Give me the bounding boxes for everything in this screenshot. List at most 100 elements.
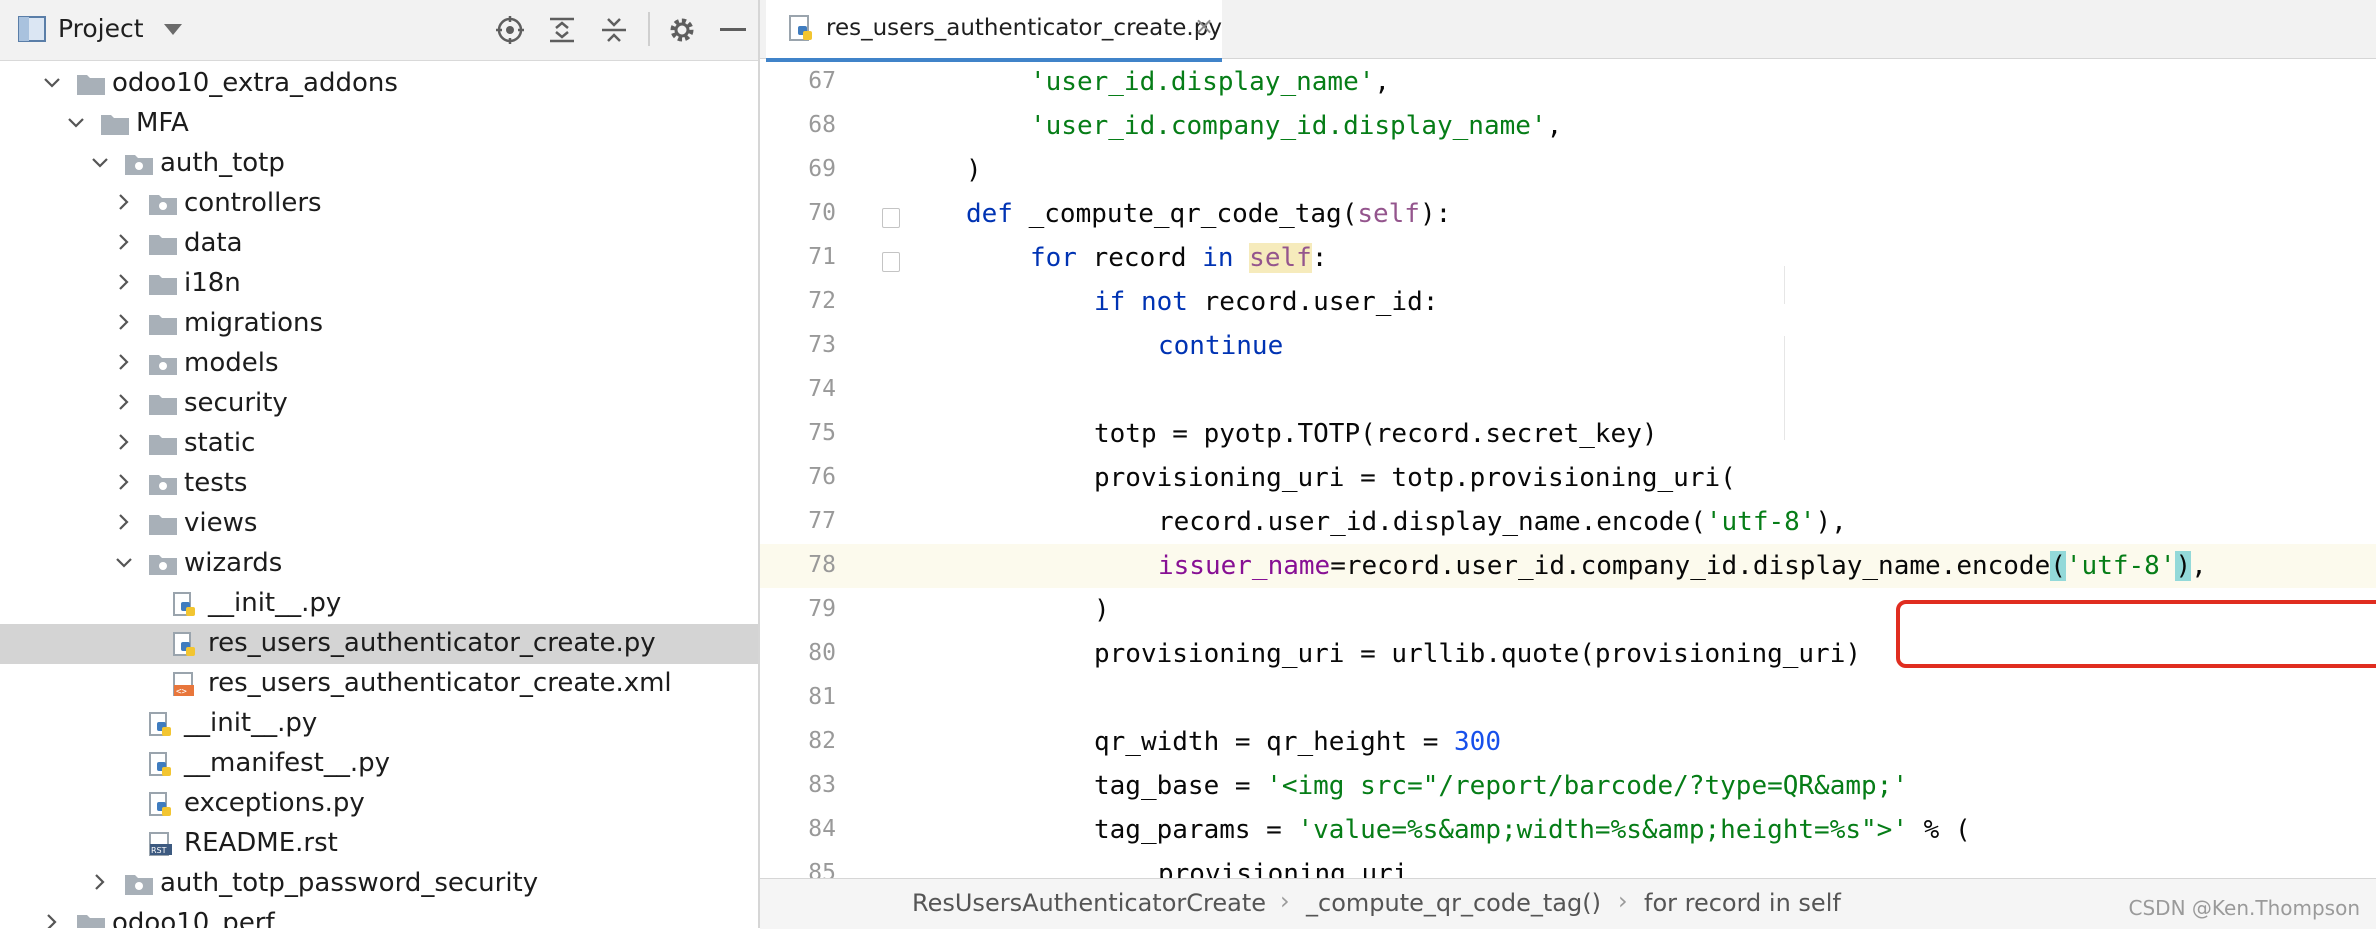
code-line[interactable]: 70 def _compute_qr_code_tag(self): — [760, 192, 2376, 236]
chevron-right-icon[interactable] — [114, 508, 134, 538]
line-number: 71 — [808, 244, 836, 270]
code-text: totp = pyotp.TOTP(record.secret_key) — [1094, 419, 1658, 449]
code-line[interactable]: 75 totp = pyotp.TOTP(record.secret_key) — [760, 412, 2376, 456]
code-text: provisioning_uri = totp.provisioning_uri… — [1094, 463, 1736, 493]
close-icon[interactable]: × — [1194, 12, 1214, 40]
collapse-all-icon[interactable] — [600, 16, 628, 44]
tree-item[interactable]: MFA — [0, 104, 758, 144]
python-file-icon — [172, 592, 202, 616]
chevron-down-icon[interactable] — [66, 108, 86, 138]
python-file-icon — [172, 632, 202, 656]
chevron-down-icon[interactable] — [90, 148, 110, 178]
project-panel-header: Project — [0, 0, 758, 61]
chevron-right-icon[interactable] — [114, 228, 134, 258]
chevron-right-icon[interactable] — [114, 268, 134, 298]
tree-item[interactable]: __init__.py — [0, 704, 758, 744]
gear-icon[interactable] — [668, 16, 696, 44]
code-line[interactable]: 72 if not record.user_id: — [760, 280, 2376, 324]
chevron-down-icon[interactable] — [114, 548, 134, 578]
line-number: 82 — [808, 728, 836, 754]
code-line[interactable]: 84 tag_params = 'value=%s&amp;width=%s&am… — [760, 808, 2376, 852]
editor-pane: res_users_authenticator_create.py × 67 'u… — [760, 0, 2376, 929]
code-line[interactable]: 76 provisioning_uri = totp.provisioning_u… — [760, 456, 2376, 500]
chevron-right-icon[interactable] — [114, 468, 134, 498]
fold-marker-icon[interactable] — [882, 208, 900, 228]
code-line[interactable]: 74 — [760, 368, 2376, 412]
code-line[interactable]: 73 continue — [760, 324, 2376, 368]
tree-item-label: controllers — [184, 188, 322, 218]
locate-icon[interactable] — [496, 16, 524, 44]
chevron-right-icon[interactable] — [90, 868, 110, 898]
chevron-right-icon[interactable] — [114, 188, 134, 218]
chevron-right-icon[interactable] — [114, 348, 134, 378]
tree-item[interactable]: static — [0, 424, 758, 464]
package-folder-icon — [148, 552, 178, 576]
code-text: qr_width = qr_height = 300 — [1094, 727, 1501, 757]
code-line[interactable]: 81 — [760, 676, 2376, 720]
fold-marker-icon[interactable] — [882, 252, 900, 272]
code-text: if not record.user_id: — [1094, 287, 1439, 317]
code-line[interactable]: 69) — [760, 148, 2376, 192]
chevron-down-icon[interactable] — [42, 68, 62, 98]
code-text: tag_params = 'value=%s&amp;width=%s&amp;… — [1094, 815, 1971, 845]
tree-item[interactable]: models — [0, 344, 758, 384]
chevron-down-icon[interactable] — [164, 24, 182, 36]
chevron-right-icon[interactable] — [114, 308, 134, 338]
breadcrumb-loop[interactable]: for record in self — [1644, 889, 1841, 917]
folder-icon — [100, 112, 130, 136]
code-line[interactable]: 85 provisioning_uri, — [760, 852, 2376, 878]
code-text: tag_base = '<img src="/report/barcode/?t… — [1094, 771, 1908, 801]
tree-item[interactable]: auth_totp_password_security — [0, 864, 758, 904]
line-number: 84 — [808, 816, 836, 842]
tree-item[interactable]: views — [0, 504, 758, 544]
toolbar-divider — [648, 12, 650, 46]
tree-item[interactable]: auth_totp — [0, 144, 758, 184]
code-line[interactable]: 77 record.user_id.display_name.encode('ut… — [760, 500, 2376, 544]
tree-item[interactable]: __init__.py — [0, 584, 758, 624]
tree-item[interactable]: <> res_users_authenticator_create.xml — [0, 664, 758, 704]
tree-item[interactable]: RST README.rst — [0, 824, 758, 864]
code-line[interactable]: 68 'user_id.company_id.display_name', — [760, 104, 2376, 148]
line-number: 83 — [808, 772, 836, 798]
tree-item[interactable]: exceptions.py — [0, 784, 758, 824]
minimize-icon[interactable] — [720, 28, 746, 32]
tree-item-label: i18n — [184, 268, 241, 298]
tree-item[interactable]: odoo10_perf — [0, 904, 758, 928]
tree-item[interactable]: __manifest__.py — [0, 744, 758, 784]
tree-item[interactable]: controllers — [0, 184, 758, 224]
line-number: 72 — [808, 288, 836, 314]
tree-item-label: static — [184, 428, 256, 458]
code-line[interactable]: 78 issuer_name=record.user_id.company_id.… — [760, 544, 2376, 588]
tree-item[interactable]: data — [0, 224, 758, 264]
code-line[interactable]: 82 qr_width = qr_height = 300 — [760, 720, 2376, 764]
expand-all-icon[interactable] — [548, 16, 576, 44]
project-panel-title: Project — [58, 14, 144, 43]
tree-item[interactable]: odoo10_extra_addons — [0, 64, 758, 104]
folder-icon — [148, 392, 178, 416]
line-number: 80 — [808, 640, 836, 666]
code-text: issuer_name=record.user_id.company_id.di… — [1158, 551, 2207, 581]
code-line[interactable]: 67 'user_id.display_name', — [760, 60, 2376, 104]
tab-label: res_users_authenticator_create.py — [826, 15, 1222, 41]
tree-item[interactable]: i18n — [0, 264, 758, 304]
code-line[interactable]: 83 tag_base = '<img src="/report/barcode/… — [760, 764, 2376, 808]
breadcrumb-method[interactable]: _compute_qr_code_tag() — [1306, 889, 1601, 917]
folder-icon — [148, 232, 178, 256]
tree-item[interactable]: migrations — [0, 304, 758, 344]
folder-icon — [148, 432, 178, 456]
tree-item[interactable]: wizards — [0, 544, 758, 584]
code-line[interactable]: 71 for record in self: — [760, 236, 2376, 280]
breadcrumb-separator: › — [1280, 887, 1290, 915]
code-text: 'user_id.company_id.display_name', — [1030, 111, 1563, 141]
editor-tab-active[interactable]: res_users_authenticator_create.py × — [766, 0, 1222, 62]
chevron-right-icon[interactable] — [114, 388, 134, 418]
chevron-right-icon[interactable] — [114, 428, 134, 458]
tree-item-label: odoo10_extra_addons — [112, 68, 398, 98]
tree-item[interactable]: res_users_authenticator_create.py — [0, 624, 758, 664]
tree-item[interactable]: security — [0, 384, 758, 424]
tree-item[interactable]: tests — [0, 464, 758, 504]
code-editor[interactable]: 67 'user_id.display_name', 68 'user_id.comp… — [760, 60, 2376, 878]
breadcrumb-class[interactable]: ResUsersAuthenticatorCreate — [912, 889, 1266, 917]
code-text: ) — [1094, 595, 1110, 625]
chevron-right-icon[interactable] — [42, 908, 62, 928]
